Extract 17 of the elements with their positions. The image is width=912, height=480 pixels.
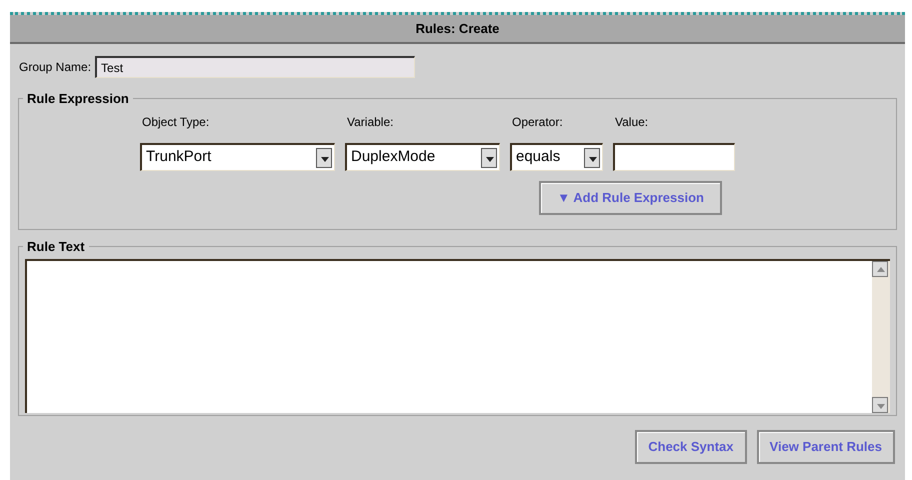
action-button[interactable]: Check Syntax bbox=[635, 430, 747, 464]
dropdown[interactable]: DuplexMode bbox=[345, 143, 500, 171]
field-label: Value: bbox=[615, 114, 650, 131]
scroll-down-icon[interactable] bbox=[872, 397, 888, 413]
add-rule-expression-button[interactable]: ▼ Add Rule Expression bbox=[539, 181, 722, 215]
field-label: Variable: bbox=[347, 114, 394, 131]
window-title: Rules: Create bbox=[416, 20, 500, 38]
group-name-field[interactable]: Test bbox=[95, 56, 416, 78]
dropdown[interactable]: equals bbox=[510, 143, 603, 171]
scroll-up-icon[interactable] bbox=[872, 261, 888, 277]
scrollbar[interactable] bbox=[872, 261, 890, 413]
dropdown[interactable]: TrunkPort bbox=[140, 143, 335, 171]
action-button[interactable]: View Parent Rules bbox=[756, 430, 895, 464]
field-label: Operator: bbox=[512, 114, 564, 131]
value-field[interactable] bbox=[613, 143, 735, 171]
field-label: Group Name: bbox=[19, 59, 92, 76]
field-label: Object Type: bbox=[142, 114, 210, 131]
